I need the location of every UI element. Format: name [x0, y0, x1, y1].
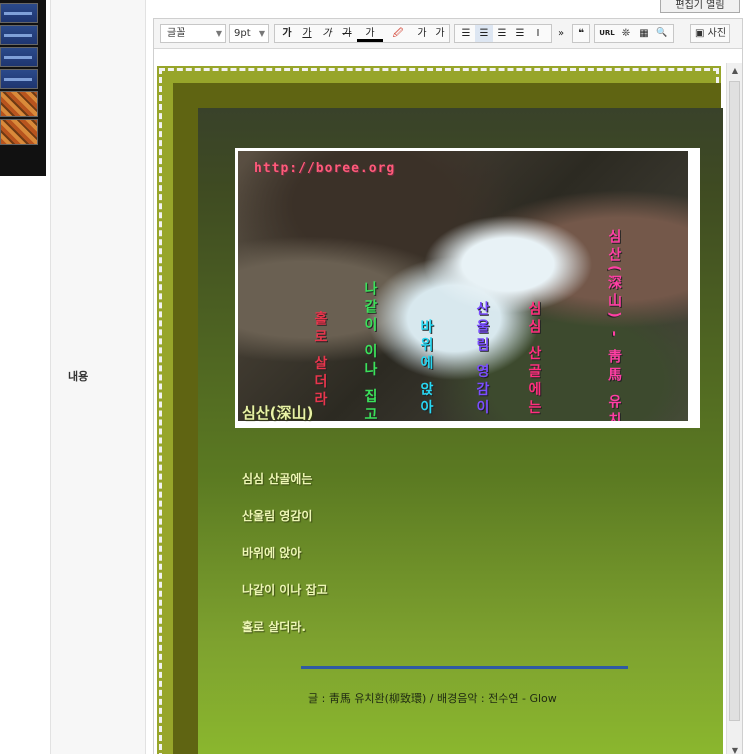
thumbnail-strip: [0, 0, 46, 176]
post-frame: http://boree.org 홀로 살더라 나같이 이나 집고 바위에 앉아…: [157, 66, 723, 754]
post-frame-inner: http://boree.org 홀로 살더라 나같이 이나 집고 바위에 앉아…: [173, 83, 723, 754]
poem-line: 홀로 살더라.: [242, 620, 306, 634]
form-label-column: 내용: [50, 0, 146, 754]
font-family-select[interactable]: 글꼴 ▼: [160, 24, 226, 43]
font-family-value: 글꼴: [167, 28, 186, 39]
font-size-select[interactable]: 9pt ▼: [229, 24, 269, 43]
post-panel: http://boree.org 홀로 살더라 나같이 이나 집고 바위에 앉아…: [198, 108, 723, 754]
thumbnail[interactable]: [0, 119, 38, 145]
highlight-color-button[interactable]: 🖉: [385, 25, 411, 42]
poem-line: 바위에 앉아: [242, 546, 302, 560]
poem-title: 심산(深山): [242, 404, 314, 422]
image-verse-3: 바위에 앉아: [418, 319, 434, 418]
more-tools-button[interactable]: »: [554, 25, 568, 42]
page: 내용 편집기 열림 글꼴 ▼ 9pt ▼ 가 가 가 가 가 🖉 가 가 ☰ ☰…: [0, 0, 750, 754]
text-style-group: 가 가 가 가 가 🖉 가 가: [274, 24, 450, 43]
image-verse-6: 심산(深山) - 靑馬 유치환: [606, 229, 622, 421]
poem-credit: 글 : 靑馬 유치환(柳致環) / 배경음악 : 전수연 - Glow: [308, 692, 557, 705]
photo-label: 사진: [707, 28, 727, 39]
poem-line: 심심 산골에는: [242, 472, 313, 486]
insert-link-button[interactable]: URL: [597, 25, 617, 42]
line-height-icon[interactable]: Ⅰ: [529, 25, 547, 42]
italic-button[interactable]: 가: [317, 25, 337, 42]
scrollbar-thumb[interactable]: [729, 81, 740, 721]
photo-icon: ▣: [695, 28, 705, 39]
scroll-up-icon[interactable]: ▲: [727, 63, 743, 79]
post-image: http://boree.org 홀로 살더라 나같이 이나 집고 바위에 앉아…: [235, 148, 700, 428]
find-icon[interactable]: 🔍: [653, 25, 671, 42]
strikethrough-button[interactable]: 가: [337, 25, 357, 42]
image-verse-4: 산울림 영감이: [474, 301, 490, 418]
thumbnail[interactable]: [0, 25, 38, 45]
chevron-down-icon: ▼: [258, 29, 265, 38]
bold-button[interactable]: 가: [277, 25, 297, 42]
quote-button[interactable]: ❝: [573, 25, 589, 42]
image-verse-2: 나같이 이나 집고: [362, 281, 378, 421]
thumbnail[interactable]: [0, 47, 38, 67]
vertical-scrollbar[interactable]: ▲ ▼: [726, 63, 742, 754]
special-char-button[interactable]: ❊: [617, 25, 635, 42]
align-left-icon[interactable]: ☰: [457, 25, 475, 42]
rich-text-editor: 글꼴 ▼ 9pt ▼ 가 가 가 가 가 🖉 가 가 ☰ ☰ ☰ ☰ Ⅰ » ❝…: [153, 18, 743, 754]
alignment-group: ☰ ☰ ☰ ☰ Ⅰ: [454, 24, 552, 43]
insert-group: URL ❊ ▦ 🔍: [594, 24, 674, 43]
table-icon[interactable]: ▦: [635, 25, 653, 42]
insert-photo-button[interactable]: ▣ 사진: [690, 24, 730, 43]
scroll-down-icon[interactable]: ▼: [727, 743, 743, 754]
align-right-icon[interactable]: ☰: [493, 25, 511, 42]
quote-group: ❝: [572, 24, 590, 43]
editor-document[interactable]: http://boree.org 홀로 살더라 나같이 이나 집고 바위에 앉아…: [156, 63, 724, 754]
content-label: 내용: [68, 370, 89, 383]
font-size-value: 9pt: [234, 28, 251, 39]
align-justify-icon[interactable]: ☰: [511, 25, 529, 42]
image-verse-5: 심심 산골에는: [526, 301, 542, 418]
waterfall-photo: http://boree.org 홀로 살더라 나같이 이나 집고 바위에 앉아…: [238, 151, 688, 421]
image-verse-1: 홀로 살더라: [312, 311, 328, 410]
align-center-icon[interactable]: ☰: [475, 25, 493, 42]
poem-line: 산울림 영감이: [242, 509, 313, 523]
thumbnail[interactable]: [0, 69, 38, 89]
poem-line: 나같이 이나 잡고: [242, 583, 328, 597]
editor-toolbar: 글꼴 ▼ 9pt ▼ 가 가 가 가 가 🖉 가 가 ☰ ☰ ☰ ☰ Ⅰ » ❝…: [154, 19, 742, 49]
editor-toggle-button[interactable]: 편집기 열림: [660, 0, 740, 13]
thumbnail[interactable]: [0, 91, 38, 117]
image-watermark: http://boree.org: [254, 161, 396, 176]
chevron-down-icon: ▼: [215, 29, 222, 38]
font-color-button[interactable]: 가: [357, 25, 383, 42]
thumbnail[interactable]: [0, 3, 38, 23]
underline-button[interactable]: 가: [297, 25, 317, 42]
divider-rule: [301, 666, 628, 669]
superscript-button[interactable]: 가: [413, 25, 431, 42]
subscript-button[interactable]: 가: [431, 25, 449, 42]
